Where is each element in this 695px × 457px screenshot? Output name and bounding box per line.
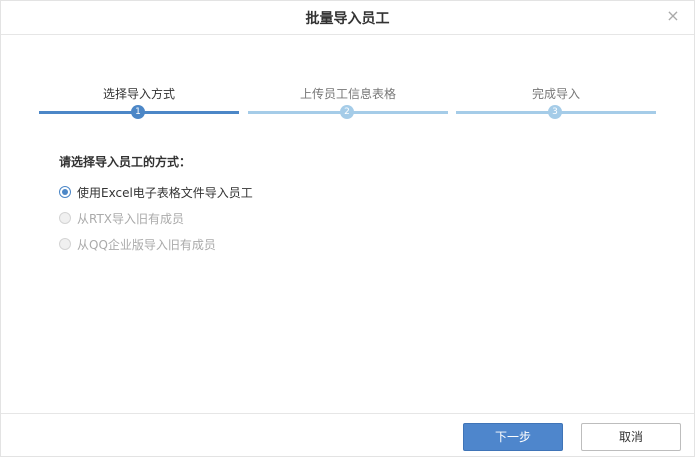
step-3-number: 3	[548, 105, 562, 119]
step-3-label: 完成导入	[531, 87, 580, 101]
dialog-footer: 下一步 取消	[1, 413, 694, 457]
option-rtx-import-label: 从RTX导入旧有成员	[77, 212, 185, 226]
radio-rtx-import	[59, 212, 71, 224]
option-qq-import-label: 从QQ企业版导入旧有成员	[77, 238, 216, 252]
radio-excel-import[interactable]	[59, 186, 71, 198]
step-2: 上传员工信息表格 2	[248, 85, 448, 125]
step-1: 选择导入方式 1	[39, 85, 239, 125]
close-icon[interactable]: ×	[666, 8, 680, 24]
step-progress: 选择导入方式 1 上传员工信息表格 2 完成导入 3	[39, 85, 657, 125]
next-button[interactable]: 下一步	[463, 423, 563, 451]
step-2-label: 上传员工信息表格	[299, 87, 396, 101]
option-excel-import-label[interactable]: 使用Excel电子表格文件导入员工	[77, 185, 253, 201]
step-1-number: 1	[131, 105, 145, 119]
step-1-label: 选择导入方式	[102, 87, 175, 101]
dialog-header: 批量导入员工 ×	[1, 1, 694, 35]
dialog-title: 批量导入员工	[305, 11, 390, 27]
import-employees-dialog: 批量导入员工 × 选择导入方式 1 上传员工信息表格 2 完成导入 3 请选择导…	[0, 0, 695, 457]
cancel-button[interactable]: 取消	[581, 423, 681, 451]
step-3: 完成导入 3	[456, 85, 656, 125]
step-2-number: 2	[340, 105, 354, 119]
import-method-heading: 请选择导入员工的方式：	[59, 155, 192, 169]
radio-qq-import	[59, 238, 71, 250]
